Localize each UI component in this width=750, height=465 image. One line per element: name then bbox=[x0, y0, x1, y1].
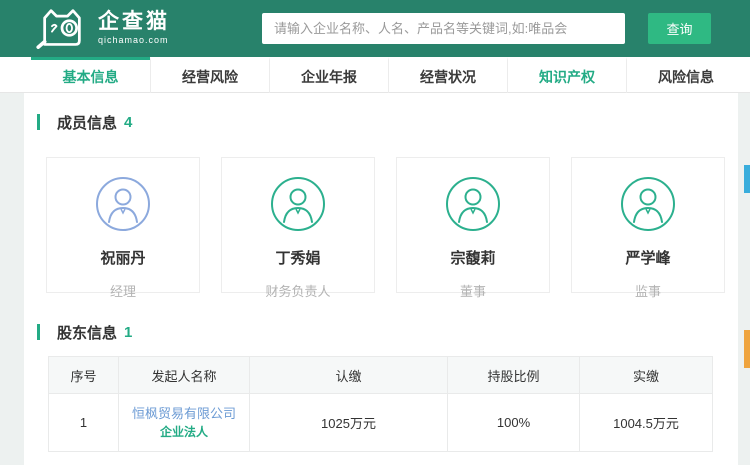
brand-text: 企查猫 qichamao.com bbox=[98, 11, 170, 45]
members-title: 成员信息 bbox=[57, 112, 117, 133]
member-name: 宗馥莉 bbox=[397, 247, 549, 268]
table-row: 1 恒枫贸易有限公司 企业法人 1025万元 100% 1004.5万元 bbox=[49, 394, 713, 452]
col-header-ratio: 持股比例 bbox=[448, 357, 580, 394]
edge-toolbar-fragment-cyan[interactable] bbox=[744, 165, 750, 193]
member-name: 严学峰 bbox=[572, 247, 724, 268]
member-card[interactable]: 严学峰 监事 bbox=[571, 157, 725, 293]
page-background: 成员信息 4 祝丽丹 经理 bbox=[0, 93, 750, 465]
col-header-subscribed: 认缴 bbox=[250, 357, 448, 394]
cell-subscribed: 1025万元 bbox=[250, 394, 448, 452]
members-count: 4 bbox=[124, 114, 132, 131]
member-role: 经理 bbox=[47, 281, 199, 300]
col-header-name: 发起人名称 bbox=[119, 357, 250, 394]
section-accent-bar bbox=[37, 324, 40, 340]
search-button[interactable]: 查询 bbox=[648, 13, 711, 44]
shareholders-count: 1 bbox=[124, 324, 132, 341]
person-icon bbox=[620, 176, 676, 232]
tab-risk-info[interactable]: 风险信息 bbox=[626, 57, 745, 93]
person-icon bbox=[270, 176, 326, 232]
member-role: 财务负责人 bbox=[222, 281, 374, 300]
cat-logo-icon bbox=[33, 7, 91, 49]
section-nav: 基本信息 经营风险 企业年报 经营状况 知识产权 风险信息 bbox=[0, 57, 750, 93]
cell-paid: 1004.5万元 bbox=[580, 394, 713, 452]
member-cards: 祝丽丹 经理 丁秀娟 财务负责人 bbox=[46, 157, 738, 293]
tab-basic-info[interactable]: 基本信息 bbox=[31, 57, 150, 93]
member-role: 董事 bbox=[397, 281, 549, 300]
brand-name: 企查猫 bbox=[98, 11, 170, 33]
content-panel: 成员信息 4 祝丽丹 经理 bbox=[24, 93, 738, 465]
shareholders-section-header: 股东信息 1 bbox=[37, 323, 738, 341]
brand-logo[interactable]: 企查猫 qichamao.com bbox=[33, 7, 170, 49]
col-header-paid: 实缴 bbox=[580, 357, 713, 394]
tab-intellectual-property[interactable]: 知识产权 bbox=[507, 57, 626, 93]
table-header-row: 序号 发起人名称 认缴 持股比例 实缴 bbox=[49, 357, 713, 394]
cell-ratio: 100% bbox=[448, 394, 580, 452]
member-name: 祝丽丹 bbox=[47, 247, 199, 268]
shareholder-link[interactable]: 恒枫贸易有限公司 bbox=[119, 405, 249, 423]
edge-toolbar-fragment-orange[interactable] bbox=[744, 330, 750, 368]
person-icon bbox=[445, 176, 501, 232]
members-section-header: 成员信息 4 bbox=[37, 113, 738, 131]
search-bar: 查询 bbox=[262, 13, 711, 44]
shareholders-title: 股东信息 bbox=[57, 322, 117, 343]
member-card[interactable]: 丁秀娟 财务负责人 bbox=[221, 157, 375, 293]
member-name: 丁秀娟 bbox=[222, 247, 374, 268]
legal-person-tag: 企业法人 bbox=[160, 425, 208, 439]
member-card[interactable]: 祝丽丹 经理 bbox=[46, 157, 200, 293]
shareholders-table: 序号 发起人名称 认缴 持股比例 实缴 1 恒枫贸易有限公司 企业法人 1025… bbox=[48, 356, 713, 452]
cell-shareholder: 恒枫贸易有限公司 企业法人 bbox=[119, 394, 250, 452]
search-input[interactable] bbox=[262, 13, 625, 44]
person-icon bbox=[95, 176, 151, 232]
tab-operation[interactable]: 经营状况 bbox=[388, 57, 507, 93]
brand-domain: qichamao.com bbox=[98, 35, 170, 45]
section-accent-bar bbox=[37, 114, 40, 130]
tab-annual-report[interactable]: 企业年报 bbox=[269, 57, 388, 93]
member-card[interactable]: 宗馥莉 董事 bbox=[396, 157, 550, 293]
tab-business-risk[interactable]: 经营风险 bbox=[150, 57, 269, 93]
col-header-index: 序号 bbox=[49, 357, 119, 394]
site-header: 企查猫 qichamao.com 查询 bbox=[0, 0, 750, 57]
cell-index: 1 bbox=[49, 394, 119, 452]
member-role: 监事 bbox=[572, 281, 724, 300]
